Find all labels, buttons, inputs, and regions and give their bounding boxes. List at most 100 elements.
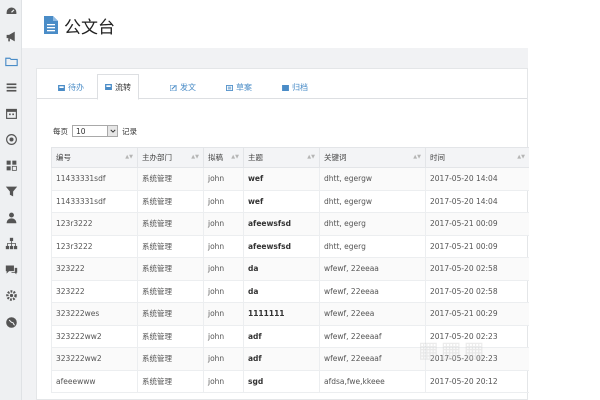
- table-row[interactable]: afeeewww 系统管理 john sgd afdsa,fwe,kkeee 2017-0…: [51, 369, 529, 393]
- dashboard-icon[interactable]: [4, 4, 18, 18]
- cell-drafter: john: [203, 167, 244, 191]
- table-header-row: 编号 ▲▼ 主办部门 ▲▼ 拟稿 ▲▼ 主题 ▲▼ 关键词 ▲▼ 时间 ▲▼: [51, 147, 529, 168]
- cell-department: 系统管理: [137, 212, 204, 236]
- cell-keywords: afdsa,fwe,kkeee: [319, 369, 426, 393]
- sort-icon[interactable]: ▲▼: [125, 154, 133, 160]
- page-size-select[interactable]: 10: [72, 125, 118, 137]
- sort-icon[interactable]: ▲▼: [517, 154, 525, 160]
- inbox-icon: [105, 84, 112, 90]
- cell-number: 123r3222: [51, 234, 138, 258]
- cell-department: 系统管理: [137, 257, 204, 281]
- tab-label: 待办: [68, 83, 84, 92]
- cell-time: 2017-05-21 00:09: [425, 212, 529, 236]
- sort-icon[interactable]: ▲▼: [191, 154, 199, 160]
- document-icon: [44, 16, 58, 34]
- column-header-drafter[interactable]: 拟稿 ▲▼: [203, 147, 244, 168]
- sitemap-icon[interactable]: [4, 236, 18, 250]
- page-title-text: 公文台: [64, 17, 115, 38]
- globe-icon[interactable]: [4, 315, 18, 329]
- cell-subject: da: [243, 279, 320, 303]
- cell-time: 2017-05-20 20:12: [425, 369, 529, 393]
- cell-subject: 1111111: [243, 302, 320, 326]
- gear-icon[interactable]: [4, 288, 18, 302]
- user-icon[interactable]: [4, 210, 18, 224]
- tab-todo[interactable]: 待办: [51, 75, 91, 100]
- cell-time: 2017-05-20 14:04: [425, 167, 529, 191]
- calendar-icon[interactable]: [4, 106, 18, 120]
- cell-keywords: dhtt, egergw: [319, 189, 426, 213]
- page-size-prefix: 每页: [53, 126, 68, 136]
- megaphone-icon[interactable]: [4, 29, 18, 43]
- cell-number: 123r3222: [51, 212, 138, 236]
- sort-icon[interactable]: ▲▼: [413, 154, 421, 160]
- cell-keywords: wfewf, 22eea: [319, 302, 426, 326]
- cell-drafter: john: [203, 212, 244, 236]
- cell-drafter: john: [203, 302, 244, 326]
- column-header-number[interactable]: 编号 ▲▼: [51, 147, 138, 168]
- tab-archive[interactable]: 归档: [275, 75, 315, 100]
- cell-drafter: john: [203, 257, 244, 281]
- inbox-icon: [58, 84, 65, 91]
- grid-icon[interactable]: [4, 158, 18, 172]
- cell-number: 323222ww2: [51, 324, 138, 348]
- page-size-value: 10: [76, 126, 86, 136]
- sort-icon[interactable]: ▲▼: [231, 154, 239, 160]
- cell-number: 11433331sdf: [51, 189, 138, 213]
- cell-drafter: john: [203, 279, 244, 303]
- table-row[interactable]: 11433331sdf 系统管理 john wef dhtt, egergw 2017-0…: [51, 167, 529, 191]
- cell-number: 11433331sdf: [51, 167, 138, 191]
- cell-time: 2017-05-21 00:09: [425, 234, 529, 258]
- column-header-subject[interactable]: 主题 ▲▼: [243, 147, 320, 168]
- tab-label: 归档: [292, 83, 308, 92]
- cell-department: 系统管理: [137, 279, 204, 303]
- table-row[interactable]: 11433331sdf 系统管理 john wef dhtt, egergw 2017-0…: [51, 189, 529, 213]
- cell-subject: wef: [243, 189, 320, 213]
- cell-drafter: john: [203, 189, 244, 213]
- cell-subject: afeewsfsd: [243, 234, 320, 258]
- table-row[interactable]: 323222wes 系统管理 john 1111111 wfewf, 22eea 2017…: [51, 302, 529, 326]
- cell-number: 323222: [51, 257, 138, 281]
- cell-drafter: john: [203, 369, 244, 393]
- sort-icon[interactable]: ▲▼: [307, 154, 315, 160]
- table-row[interactable]: 323222 系统管理 john da wfewf, 22eeaa 2017-05-20 …: [51, 279, 529, 303]
- cell-department: 系统管理: [137, 189, 204, 213]
- cell-number: afeeewww: [51, 369, 138, 393]
- cell-drafter: john: [203, 347, 244, 371]
- folder-icon[interactable]: [4, 54, 18, 68]
- cell-keywords: dhtt, egerg: [319, 212, 426, 236]
- archive-icon: [282, 84, 289, 91]
- cell-time: 2017-05-20 14:04: [425, 189, 529, 213]
- cell-department: 系统管理: [137, 347, 204, 371]
- page-size-suffix: 记录: [122, 126, 137, 136]
- cell-number: 323222wes: [51, 302, 138, 326]
- page-size-control: 每页 10 记录: [53, 125, 137, 137]
- tab-circulation[interactable]: 流转: [97, 74, 139, 100]
- cell-department: 系统管理: [137, 234, 204, 258]
- column-header-keywords[interactable]: 关键词 ▲▼: [319, 147, 426, 168]
- table-row[interactable]: 123r3222 系统管理 john afeewsfsd dhtt, egerg 2017…: [51, 212, 529, 236]
- list-icon[interactable]: [4, 80, 18, 94]
- cell-keywords: dhtt, egergw: [319, 167, 426, 191]
- cell-subject: adf: [243, 324, 320, 348]
- table-row[interactable]: 323222 系统管理 john da wfewf, 22eeaa 2017-05-20 …: [51, 257, 529, 281]
- chat-icon[interactable]: [4, 262, 18, 276]
- chevron-down-icon[interactable]: [107, 126, 117, 136]
- tab-label: 草案: [236, 83, 252, 92]
- cell-time: 2017-05-20 02:58: [425, 279, 529, 303]
- cell-subject: adf: [243, 347, 320, 371]
- document-icon: [226, 84, 233, 91]
- sidebar: [0, 0, 22, 400]
- tab-label: 流转: [115, 82, 131, 92]
- target-icon[interactable]: [4, 132, 18, 146]
- tab-draft[interactable]: 草案: [219, 75, 259, 100]
- tab-label: 发文: [180, 83, 196, 92]
- cell-number: 323222: [51, 279, 138, 303]
- pencil-icon: [170, 84, 177, 91]
- table-row[interactable]: 123r3222 系统管理 john afeewsfsd dhtt, egerg 2017…: [51, 234, 529, 258]
- tab-dispatch[interactable]: 发文: [163, 75, 203, 100]
- cell-subject: da: [243, 257, 320, 281]
- column-header-time[interactable]: 时间 ▲▼: [425, 147, 529, 168]
- watermark: ▦▦▦: [418, 338, 487, 363]
- column-header-department[interactable]: 主办部门 ▲▼: [137, 147, 204, 168]
- filter-icon[interactable]: [4, 184, 18, 198]
